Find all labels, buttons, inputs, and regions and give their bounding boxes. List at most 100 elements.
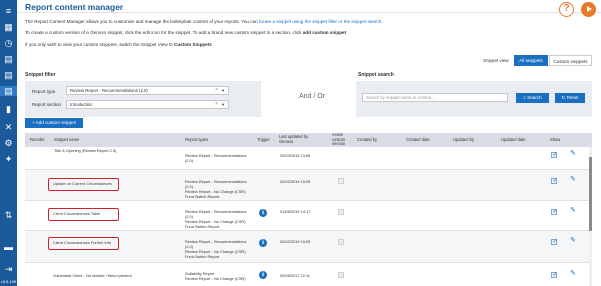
report-type: (2.0) <box>185 158 193 163</box>
info-icon[interactable]: i <box>259 209 267 217</box>
clear-icon[interactable]: × <box>215 87 218 94</box>
col-report-types[interactable]: Report types <box>185 137 208 143</box>
tools-icon[interactable]: ✕ <box>3 122 14 132</box>
intro-text: The Report Content Manager allows you to… <box>25 19 258 24</box>
scrollbar-thumb[interactable] <box>589 157 592 231</box>
version-label: v3.8.109 <box>0 279 17 284</box>
col-last-updated[interactable]: Last updated by Genovo <box>279 134 319 144</box>
document-icon[interactable]: ▤ <box>3 54 14 64</box>
intro-text: To create a custom version of a Genovo s… <box>25 30 302 35</box>
intro-text: If you only wish to view your custom sni… <box>25 42 173 47</box>
active-custom-checkbox <box>338 272 344 278</box>
pencil-icon[interactable]: ✎ <box>570 269 576 277</box>
all-snippets-toggle[interactable]: All snippets <box>514 55 548 66</box>
report-type: Fund Switch Report <box>185 194 220 199</box>
report-type: Review Report - Recommendations <box>185 239 247 244</box>
col-reorder[interactable]: Reorder <box>30 137 45 143</box>
col-created-by[interactable]: Created by <box>357 137 377 143</box>
report-type: Fund Switch Report <box>185 254 220 259</box>
report-type: Review Report - Recommendations <box>185 179 247 184</box>
page-title: Report content manager <box>25 2 124 12</box>
chart-icon[interactable]: ▮ <box>3 104 14 114</box>
bulb-icon[interactable]: ✦ <box>3 154 14 164</box>
and-or-label: And / Or <box>299 93 326 100</box>
col-updated-by[interactable]: Updated by <box>453 137 474 143</box>
intro-line-2: To create a custom version of a Genovo s… <box>25 30 346 35</box>
clear-icon[interactable]: × <box>215 101 218 108</box>
snippet-search-input[interactable]: Search by snippet name or content... <box>362 93 508 102</box>
col-trigger[interactable]: Trigger <box>257 137 270 143</box>
report-type-select[interactable]: Review Report - Recommendations (2.0) × … <box>66 86 229 95</box>
report-type: Fund Switch Report <box>185 224 220 229</box>
show-checkbox[interactable] <box>551 151 558 158</box>
add-custom-snippet-button[interactable]: + Add custom snippet <box>25 118 83 128</box>
col-updated-date[interactable]: Updated date <box>501 137 526 143</box>
snippet-filter-panel: Report type Review Report - Recommendati… <box>25 81 261 117</box>
show-checkbox[interactable] <box>551 238 558 245</box>
reset-button[interactable]: ↻ Reset <box>555 93 585 103</box>
report-section-label: Report section <box>32 102 62 107</box>
sort-icon[interactable]: ⇅ <box>3 210 14 220</box>
table-row: Vulnerable Client - No relative / friend… <box>25 263 592 286</box>
pencil-icon[interactable]: ✎ <box>570 206 576 214</box>
question-icon: ? <box>563 3 570 14</box>
clock-icon[interactable]: ◷ <box>3 38 14 48</box>
report-type-label: Report type <box>32 89 56 94</box>
table-row: Client Circumstances Table Review Report… <box>25 201 592 231</box>
table-row: Client Circumstances Further Info Review… <box>25 231 592 263</box>
document-icon[interactable]: ▤ <box>3 70 14 80</box>
snippet-name: Vulnerable Client - No relative / friend… <box>53 273 132 278</box>
gear-icon[interactable]: ⚙ <box>3 138 14 148</box>
page-header: Report content manager <box>17 0 601 13</box>
search-button-label: Search <box>527 95 542 100</box>
play-video-button[interactable] <box>581 2 596 17</box>
snippet-filter-heading: Snippet filter <box>25 72 56 78</box>
last-updated: 09/05/2017 22:11 <box>280 273 310 278</box>
snippet-filter-link[interactable]: locate a snippet using the snippet filte… <box>259 19 383 24</box>
intro-bold: Custom Snippets <box>174 42 212 47</box>
info-icon[interactable]: i <box>259 239 267 247</box>
grid-icon[interactable]: ▦ <box>3 22 14 32</box>
info-icon[interactable]: i <box>259 271 267 279</box>
report-type: Review Report - No Change (CSR) <box>185 276 246 281</box>
table-scrollbar[interactable] <box>589 147 592 286</box>
table-row: Title & Opening (Review Report 2.0) Revi… <box>25 147 592 170</box>
report-section-select[interactable]: Introduction × ▼ <box>66 100 229 109</box>
snippet-view-label: Snippet view <box>483 58 509 63</box>
active-custom-checkbox <box>338 209 344 215</box>
chat-icon[interactable]: ▬ <box>3 242 14 252</box>
last-updated: 20/02/2019 15:05 <box>280 179 311 184</box>
show-checkbox[interactable] <box>551 271 558 278</box>
pencil-icon[interactable]: ✎ <box>570 236 576 244</box>
report-type: Review Report - Recommendations <box>185 153 247 158</box>
snippet-name: Update on Current Circumstances <box>53 181 112 186</box>
col-show[interactable]: Show <box>550 137 560 143</box>
active-custom-checkbox <box>338 239 344 245</box>
snippet-search-panel: Search by snippet name or content... ⌕ S… <box>356 81 592 117</box>
chevron-down-icon[interactable]: ▼ <box>221 101 225 108</box>
last-updated: 20/02/2019 15:05 <box>280 239 311 244</box>
report-section-value: Introduction <box>70 102 93 107</box>
left-sidebar: ≡ ▦ ◷ ▤ ▤ ▤ ▮ ✕ ⚙ ✦ ⇅ ▬ ⇥ v3.8.109 <box>0 0 17 286</box>
report-type: Review Report - Recommendations <box>185 209 247 214</box>
help-button[interactable]: ? <box>559 2 574 17</box>
list-icon[interactable]: ≡ <box>3 6 14 16</box>
show-checkbox[interactable] <box>551 177 558 184</box>
document-icon[interactable]: ▤ <box>0 86 17 96</box>
table-header: Reorder Snippet name Report types Trigge… <box>25 133 592 147</box>
pencil-icon[interactable]: ✎ <box>570 149 576 157</box>
last-updated: 20/03/2019 13:58 <box>280 153 311 158</box>
col-created-date[interactable]: Created date <box>406 137 430 143</box>
exit-icon[interactable]: ⇥ <box>3 264 14 274</box>
active-custom-checkbox <box>338 178 344 184</box>
chevron-down-icon[interactable]: ▼ <box>221 87 225 94</box>
snippet-name: Title & Opening (Review Report 2.0) <box>54 148 117 153</box>
col-active-custom[interactable]: Active custom version <box>332 133 350 147</box>
snippet-search-heading: Snippet search <box>358 72 394 78</box>
custom-snippets-toggle[interactable]: Custom snippets <box>549 55 592 66</box>
show-checkbox[interactable] <box>551 208 558 215</box>
pencil-icon[interactable]: ✎ <box>570 175 576 183</box>
snippet-name: Client Circumstances Further Info <box>53 240 111 245</box>
search-button[interactable]: ⌕ Search <box>516 93 549 103</box>
col-snippet-name[interactable]: Snippet name <box>54 137 79 143</box>
